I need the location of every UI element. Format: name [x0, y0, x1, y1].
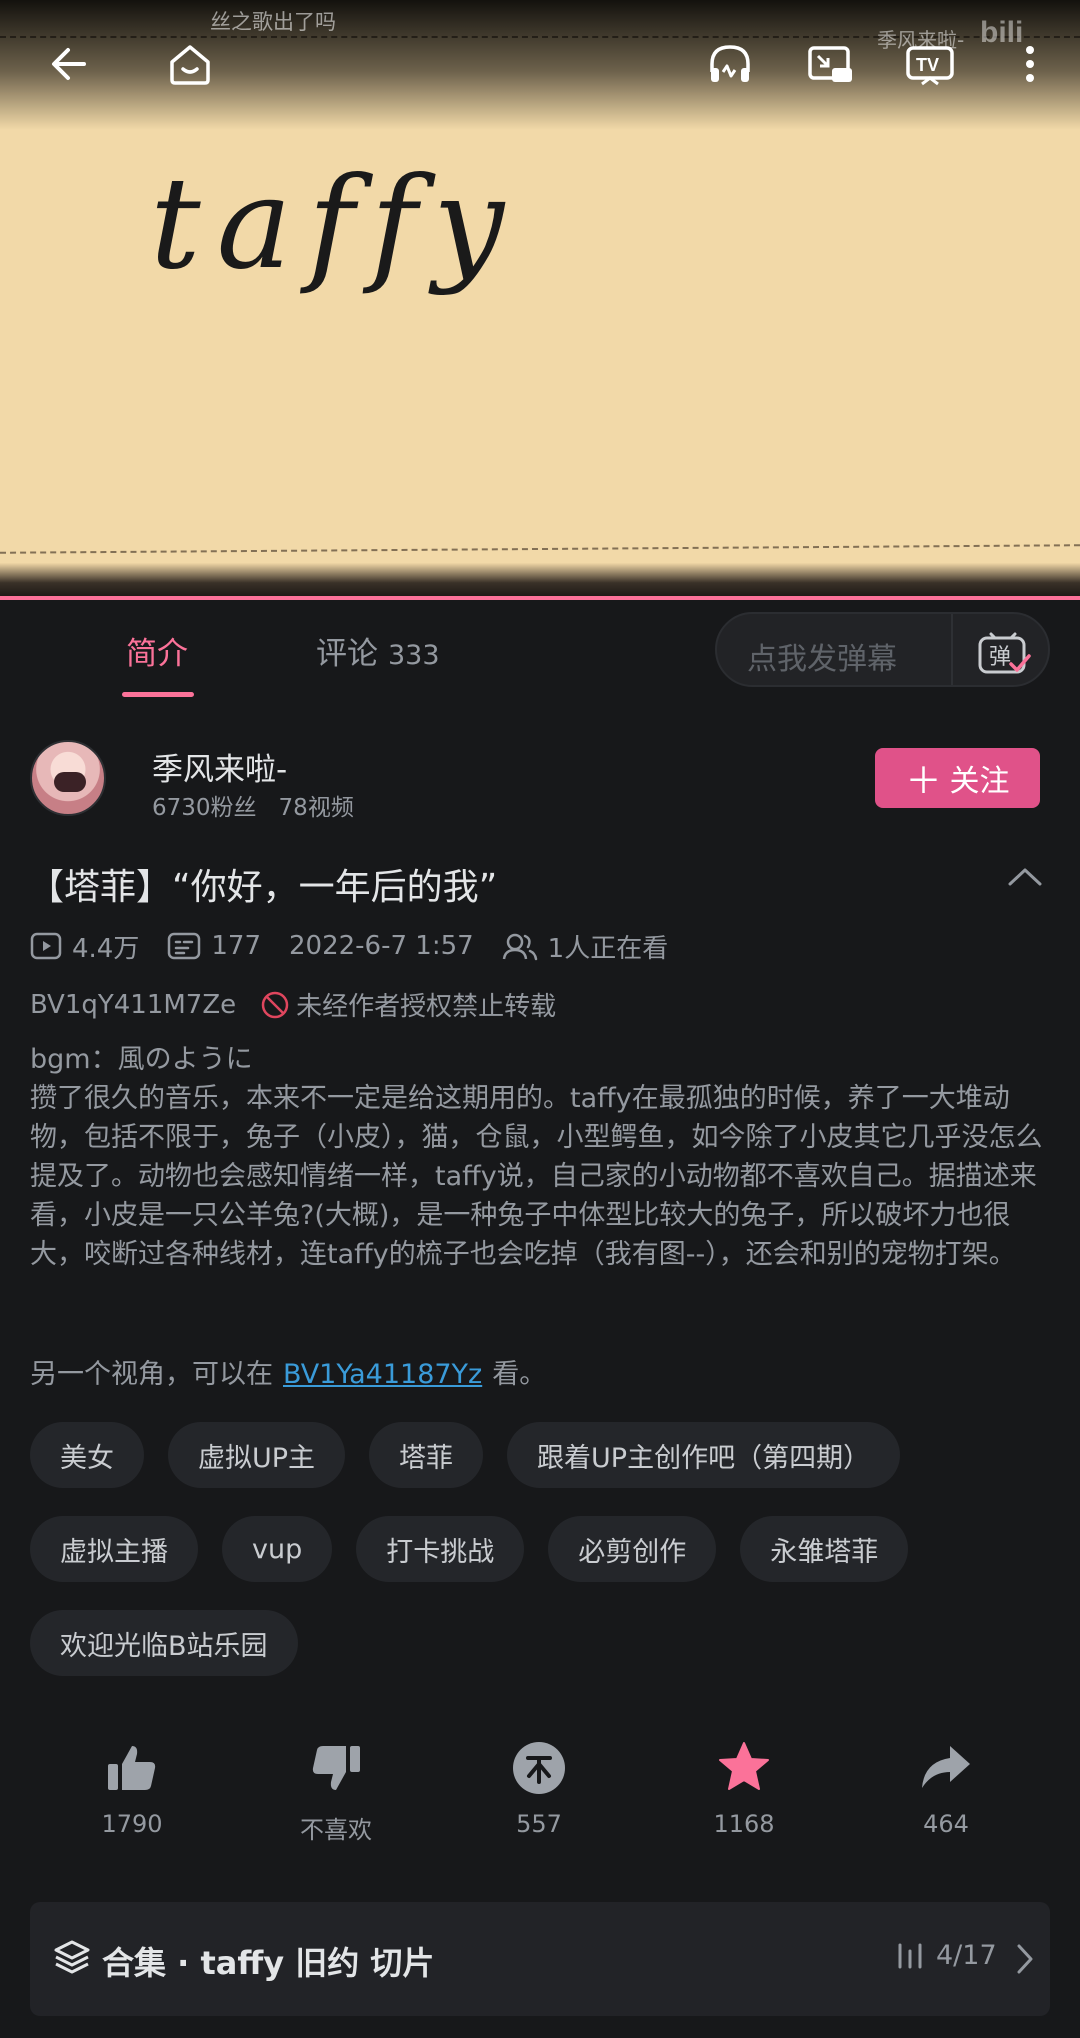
description-link-line: 另一个视角，可以在 BV1Ya41187Yz 看。: [30, 1352, 546, 1391]
tab-intro[interactable]: 简介: [126, 628, 188, 673]
tv-cast-button[interactable]: TV: [898, 32, 962, 96]
pip-icon: [808, 46, 852, 82]
danmaku-count-icon: [168, 932, 201, 960]
video-description: bgm：風のように 攒了很久的音乐，本来不一定是给这期用的。taffy在最孤独的…: [30, 1044, 1043, 1270]
collection-bar[interactable]: 合集 · taffy 旧约 切片 4/17: [30, 1902, 1050, 2016]
uploader-stats: 6730粉丝 78视频: [152, 788, 376, 822]
chevron-right-icon: [1017, 1944, 1033, 1974]
share-button[interactable]: 464: [866, 1730, 1026, 1838]
listen-button[interactable]: [698, 32, 762, 96]
more-vertical-icon: [1026, 46, 1034, 82]
collection-title: 合集 · taffy 旧约 切片: [102, 1944, 435, 1982]
plus-icon: ＋: [905, 761, 942, 802]
tag-chip[interactable]: 跟着UP主创作吧（第四期）: [507, 1422, 901, 1488]
danmaku-input[interactable]: 点我发弹幕: [747, 634, 897, 678]
uploader-fans: 6730粉丝: [152, 795, 257, 821]
episode-list-icon: [898, 1943, 922, 1968]
tag-chip[interactable]: 必剪创作: [548, 1516, 717, 1582]
danmaku-count-value: 177: [211, 931, 261, 961]
tag-chip[interactable]: 美女: [30, 1422, 144, 1488]
share-icon: [922, 1746, 970, 1788]
tag-chip[interactable]: 塔菲: [369, 1422, 484, 1488]
video-frame-text: taffy: [150, 150, 521, 297]
follow-button[interactable]: ＋ 关注: [875, 748, 1040, 808]
back-icon: [52, 48, 86, 80]
no-reprint-text: 未经作者授权禁止转载: [296, 992, 557, 1022]
like-count: 1790: [101, 1810, 163, 1838]
danmaku-toggle-icon: 弹: [978, 632, 1031, 674]
player-bottom-edge: [0, 563, 1080, 596]
tag-chip[interactable]: vup: [222, 1516, 333, 1582]
floating-danmaku: 丝之歌出了吗: [210, 10, 336, 34]
home-button[interactable]: [158, 32, 222, 96]
thumbs-down-icon: [312, 1746, 360, 1790]
collapse-description-button[interactable]: [1006, 862, 1044, 892]
view-count-value: 4.4万: [72, 933, 140, 964]
publish-date-value: 2022-6-7 1:57: [289, 931, 474, 961]
play-count-icon: [30, 932, 62, 960]
like-button[interactable]: 1790: [52, 1730, 212, 1838]
coin-count: 557: [516, 1810, 562, 1838]
danmaku-divider: [951, 614, 953, 685]
svg-text:TV: TV: [916, 55, 939, 75]
stitch-line-bottom: [0, 544, 1080, 554]
watching-people-icon: [502, 933, 537, 961]
collection-progress-value: 4/17: [936, 1940, 997, 1971]
collection-progress: 4/17: [896, 1940, 997, 1971]
favorite-button[interactable]: 1168: [664, 1730, 824, 1838]
chevron-up-icon: [1008, 868, 1042, 886]
dislike-label: 不喜欢: [300, 1816, 372, 1844]
back-button[interactable]: [38, 32, 102, 96]
tab-comments-label: 评论: [316, 636, 378, 672]
tag-chip[interactable]: 欢迎光临B站乐园: [30, 1610, 298, 1676]
uploader-videos: 78视频: [278, 795, 354, 821]
share-count: 464: [923, 1810, 969, 1838]
video-meta-row: 4.4万 177 2022-6-7 1:57 1人正在看: [30, 928, 696, 964]
danmaku-toggle-button[interactable]: 弹: [975, 626, 1031, 676]
view-count: 4.4万: [30, 928, 139, 965]
tag-chip[interactable]: 虚拟主播: [30, 1516, 198, 1582]
tag-list: 美女 虚拟UP主 塔菲 跟着UP主创作吧（第四期） 虚拟主播 vup 打卡挑战 …: [30, 1422, 1060, 1704]
description-link-prefix: 另一个视角，可以在: [30, 1359, 273, 1390]
more-options-button[interactable]: [998, 32, 1062, 96]
tv-cast-icon: TV: [906, 46, 954, 86]
home-icon: [170, 45, 210, 85]
bvid-row: BV1qY411M7Ze 未经作者授权禁止转载: [30, 986, 556, 1023]
video-player[interactable]: taffy 丝之歌出了吗 季风来啦- bili TV: [0, 0, 1080, 600]
star-favorite-icon: [719, 1742, 769, 1790]
picture-in-picture-button[interactable]: [798, 32, 862, 96]
follow-label: 关注: [949, 764, 1010, 799]
thumbs-up-icon: [108, 1746, 156, 1790]
dislike-button[interactable]: 不喜欢: [256, 1730, 416, 1845]
video-title: 【塔菲】“你好，一年后的我”: [28, 867, 498, 908]
tab-active-indicator: [122, 692, 194, 697]
tab-comments[interactable]: 评论 333: [316, 628, 440, 673]
tag-chip[interactable]: 永雏塔菲: [740, 1516, 909, 1582]
tag-chip[interactable]: 虚拟UP主: [168, 1422, 346, 1488]
detail-tabs: 简介 评论 333 点我发弹幕 弹: [0, 600, 1080, 700]
tag-chip[interactable]: 打卡挑战: [356, 1516, 525, 1582]
headphones-listen-icon: [710, 45, 750, 82]
uploader-row: 季风来啦- 6730粉丝 78视频 ＋ 关注: [0, 720, 1080, 840]
no-reprint-notice: 未经作者授权禁止转载: [260, 986, 556, 1023]
favorite-count: 1168: [713, 1810, 775, 1838]
danmaku-count: 177: [167, 931, 261, 961]
bvid[interactable]: BV1qY411M7Ze: [30, 990, 236, 1020]
danmaku-toggle-glyph: 弹: [989, 645, 1011, 670]
uploader-name[interactable]: 季风来啦-: [152, 744, 287, 789]
watching-now: 1人正在看: [502, 928, 669, 965]
watching-now-value: 1人正在看: [547, 933, 669, 964]
coin-button[interactable]: 557: [459, 1730, 619, 1838]
tab-comments-count: 333: [388, 640, 440, 671]
publish-date: 2022-6-7 1:57: [289, 931, 474, 961]
action-bar: 1790 不喜欢 557 1168 464: [0, 1730, 1080, 1860]
layers-icon: [54, 1940, 90, 1974]
description-link-suffix: 看。: [492, 1359, 547, 1390]
avatar[interactable]: [30, 740, 106, 816]
danmaku-send-box: 点我发弹幕 弹: [715, 612, 1050, 687]
avatar-face: [54, 772, 86, 792]
forbidden-icon: [261, 991, 289, 1018]
coin-icon: [513, 1742, 565, 1794]
related-video-link[interactable]: BV1Ya41187Yz: [283, 1359, 482, 1390]
